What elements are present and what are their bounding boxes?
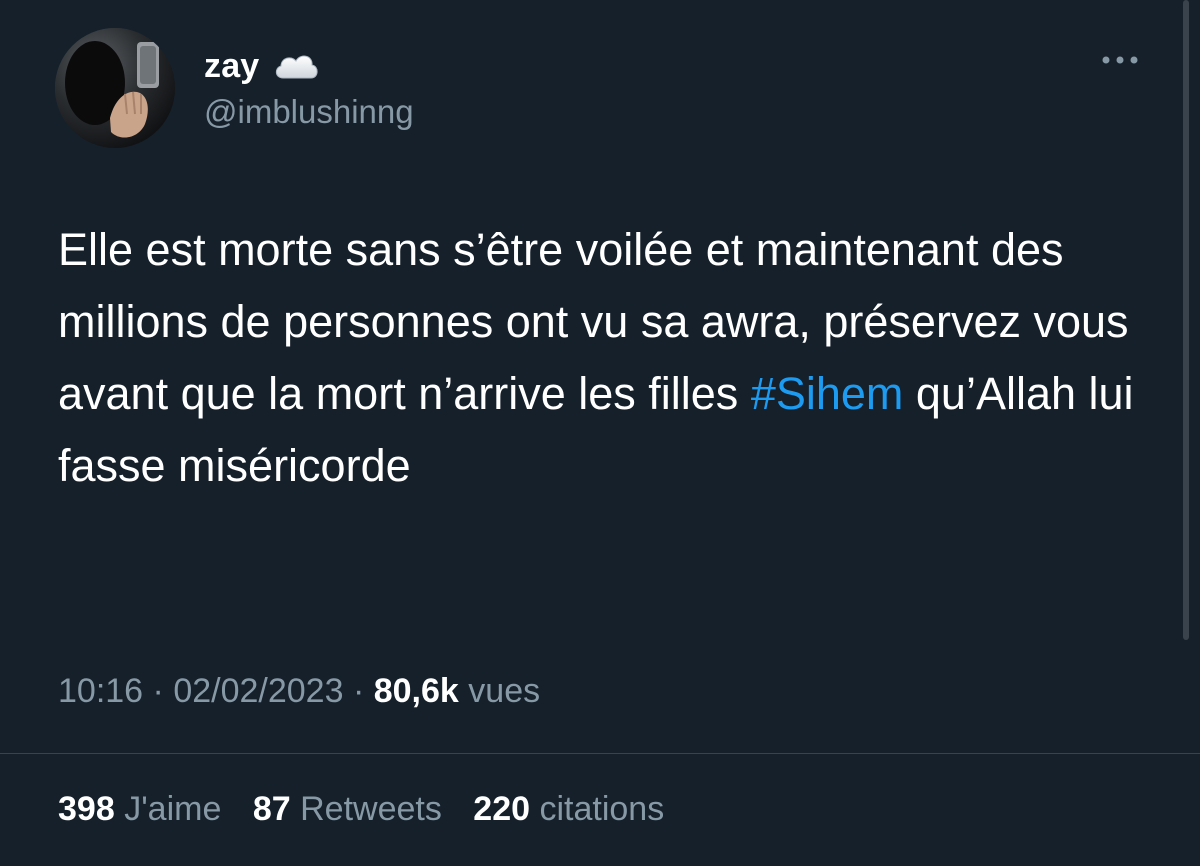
tweet-meta: 10:16 · 02/02/2023 · 80,6k vues	[58, 672, 540, 711]
divider	[0, 753, 1200, 754]
quotes-stat[interactable]: 220 citations	[473, 790, 664, 829]
display-name[interactable]: zay	[204, 47, 259, 86]
tweet-text: Elle est morte sans s’être voilée et mai…	[58, 214, 1168, 502]
avatar-photo-icon	[55, 28, 175, 148]
hashtag-link[interactable]: #Sihem	[751, 368, 904, 419]
author-handle[interactable]: @imblushinng	[204, 93, 414, 131]
tweet-time[interactable]: 10:16	[58, 672, 143, 710]
views-label: vues	[468, 672, 541, 710]
meta-separator: ·	[152, 672, 164, 710]
meta-separator: ·	[352, 672, 365, 710]
avatar[interactable]	[55, 28, 175, 148]
likes-label: J'aime	[124, 790, 222, 828]
views-count: 80,6k	[373, 672, 459, 710]
quotes-label: citations	[539, 790, 665, 828]
retweets-count: 87	[252, 790, 291, 828]
tweet-date[interactable]: 02/02/2023	[173, 672, 343, 710]
cloud-icon	[271, 48, 321, 84]
scrollbar[interactable]	[1183, 0, 1189, 640]
engagement-stats: 398 J'aime 87 Retweets 220 citations	[58, 790, 686, 829]
more-horizontal-icon[interactable]	[1098, 50, 1142, 70]
author-name-row[interactable]: zay	[204, 44, 321, 88]
retweets-label: Retweets	[300, 790, 442, 828]
likes-stat[interactable]: 398 J'aime	[58, 790, 221, 829]
likes-count: 398	[58, 790, 115, 828]
retweets-stat[interactable]: 87 Retweets	[253, 790, 442, 829]
tweet-card: zay @imblushinng Elle est morte sans s’ê…	[0, 0, 1200, 866]
quotes-count: 220	[473, 790, 531, 828]
